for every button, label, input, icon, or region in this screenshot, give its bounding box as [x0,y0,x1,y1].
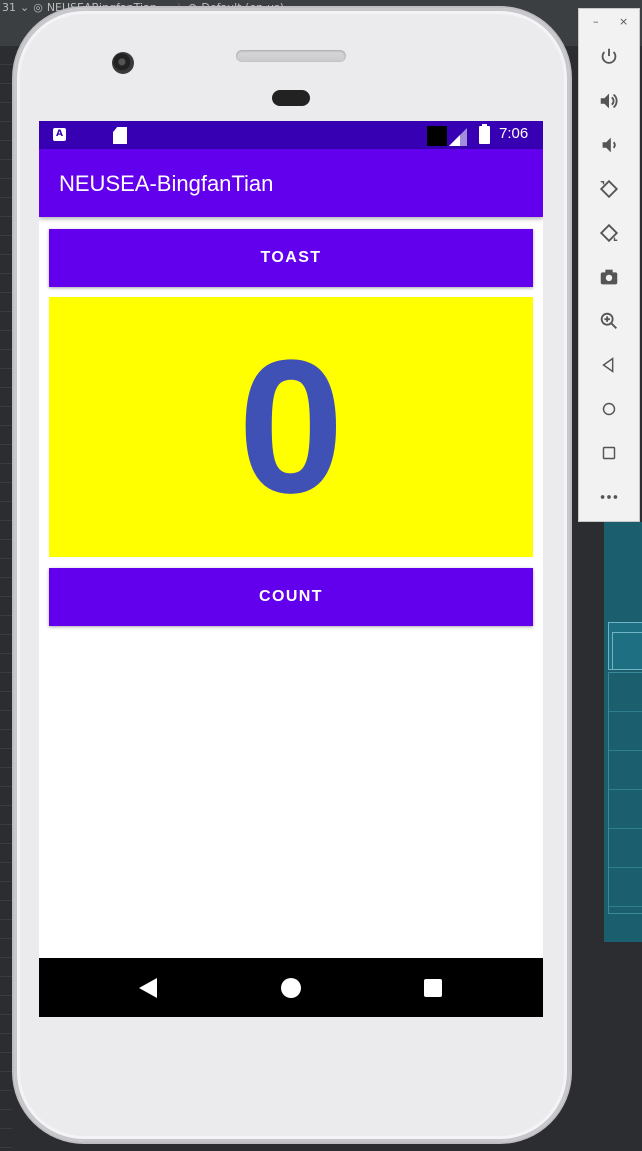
battery-icon [479,124,490,144]
power-icon[interactable] [595,43,623,71]
ide-layout-preview [604,522,642,942]
count-value: 0 [238,321,344,533]
emulator-toolbar: – × [578,8,640,522]
speaker-grille [236,50,346,62]
preview-frame-inner [612,632,642,670]
close-button[interactable]: × [619,15,628,28]
ide-gutter [0,46,12,1151]
volume-up-icon[interactable] [595,87,623,115]
zoom-icon[interactable] [595,307,623,335]
navigation-bar [39,958,543,1017]
more-icon[interactable] [595,483,623,511]
back-nav-icon[interactable] [595,351,623,379]
home-icon[interactable] [281,978,301,998]
recents-icon[interactable] [424,979,442,997]
ide-line-number: 31 [2,0,16,14]
status-bar: A 7:06 [39,121,543,149]
counter-display: 0 [49,297,533,557]
front-camera [112,52,134,74]
toast-button[interactable]: TOAST [49,229,533,287]
overview-nav-icon[interactable] [595,439,623,467]
status-time: 7:06 [499,125,529,142]
app-title: NEUSEA-BingfanTian [59,171,274,196]
earpiece [272,90,310,106]
notification-app-icon: A [53,128,66,141]
camera-icon[interactable] [595,263,623,291]
sd-card-icon [113,127,127,144]
rotate-right-icon[interactable] [595,219,623,247]
signal-icon [449,128,467,146]
back-icon[interactable] [139,978,157,998]
device-icon: ◎ [33,0,43,14]
home-nav-icon[interactable] [595,395,623,423]
wifi-icon [427,126,447,146]
rotate-left-icon[interactable] [595,175,623,203]
app-bar: NEUSEA-BingfanTian [39,149,543,217]
preview-grid [608,672,642,914]
count-button[interactable]: COUNT [49,568,533,626]
minimize-button[interactable]: – [593,15,599,28]
volume-down-icon[interactable] [595,131,623,159]
device-screen: A 7:06 NEUSEA-BingfanTian TOAST 0 COUNT [39,121,543,1017]
chevron-down-icon[interactable]: ⌄ [20,1,29,14]
